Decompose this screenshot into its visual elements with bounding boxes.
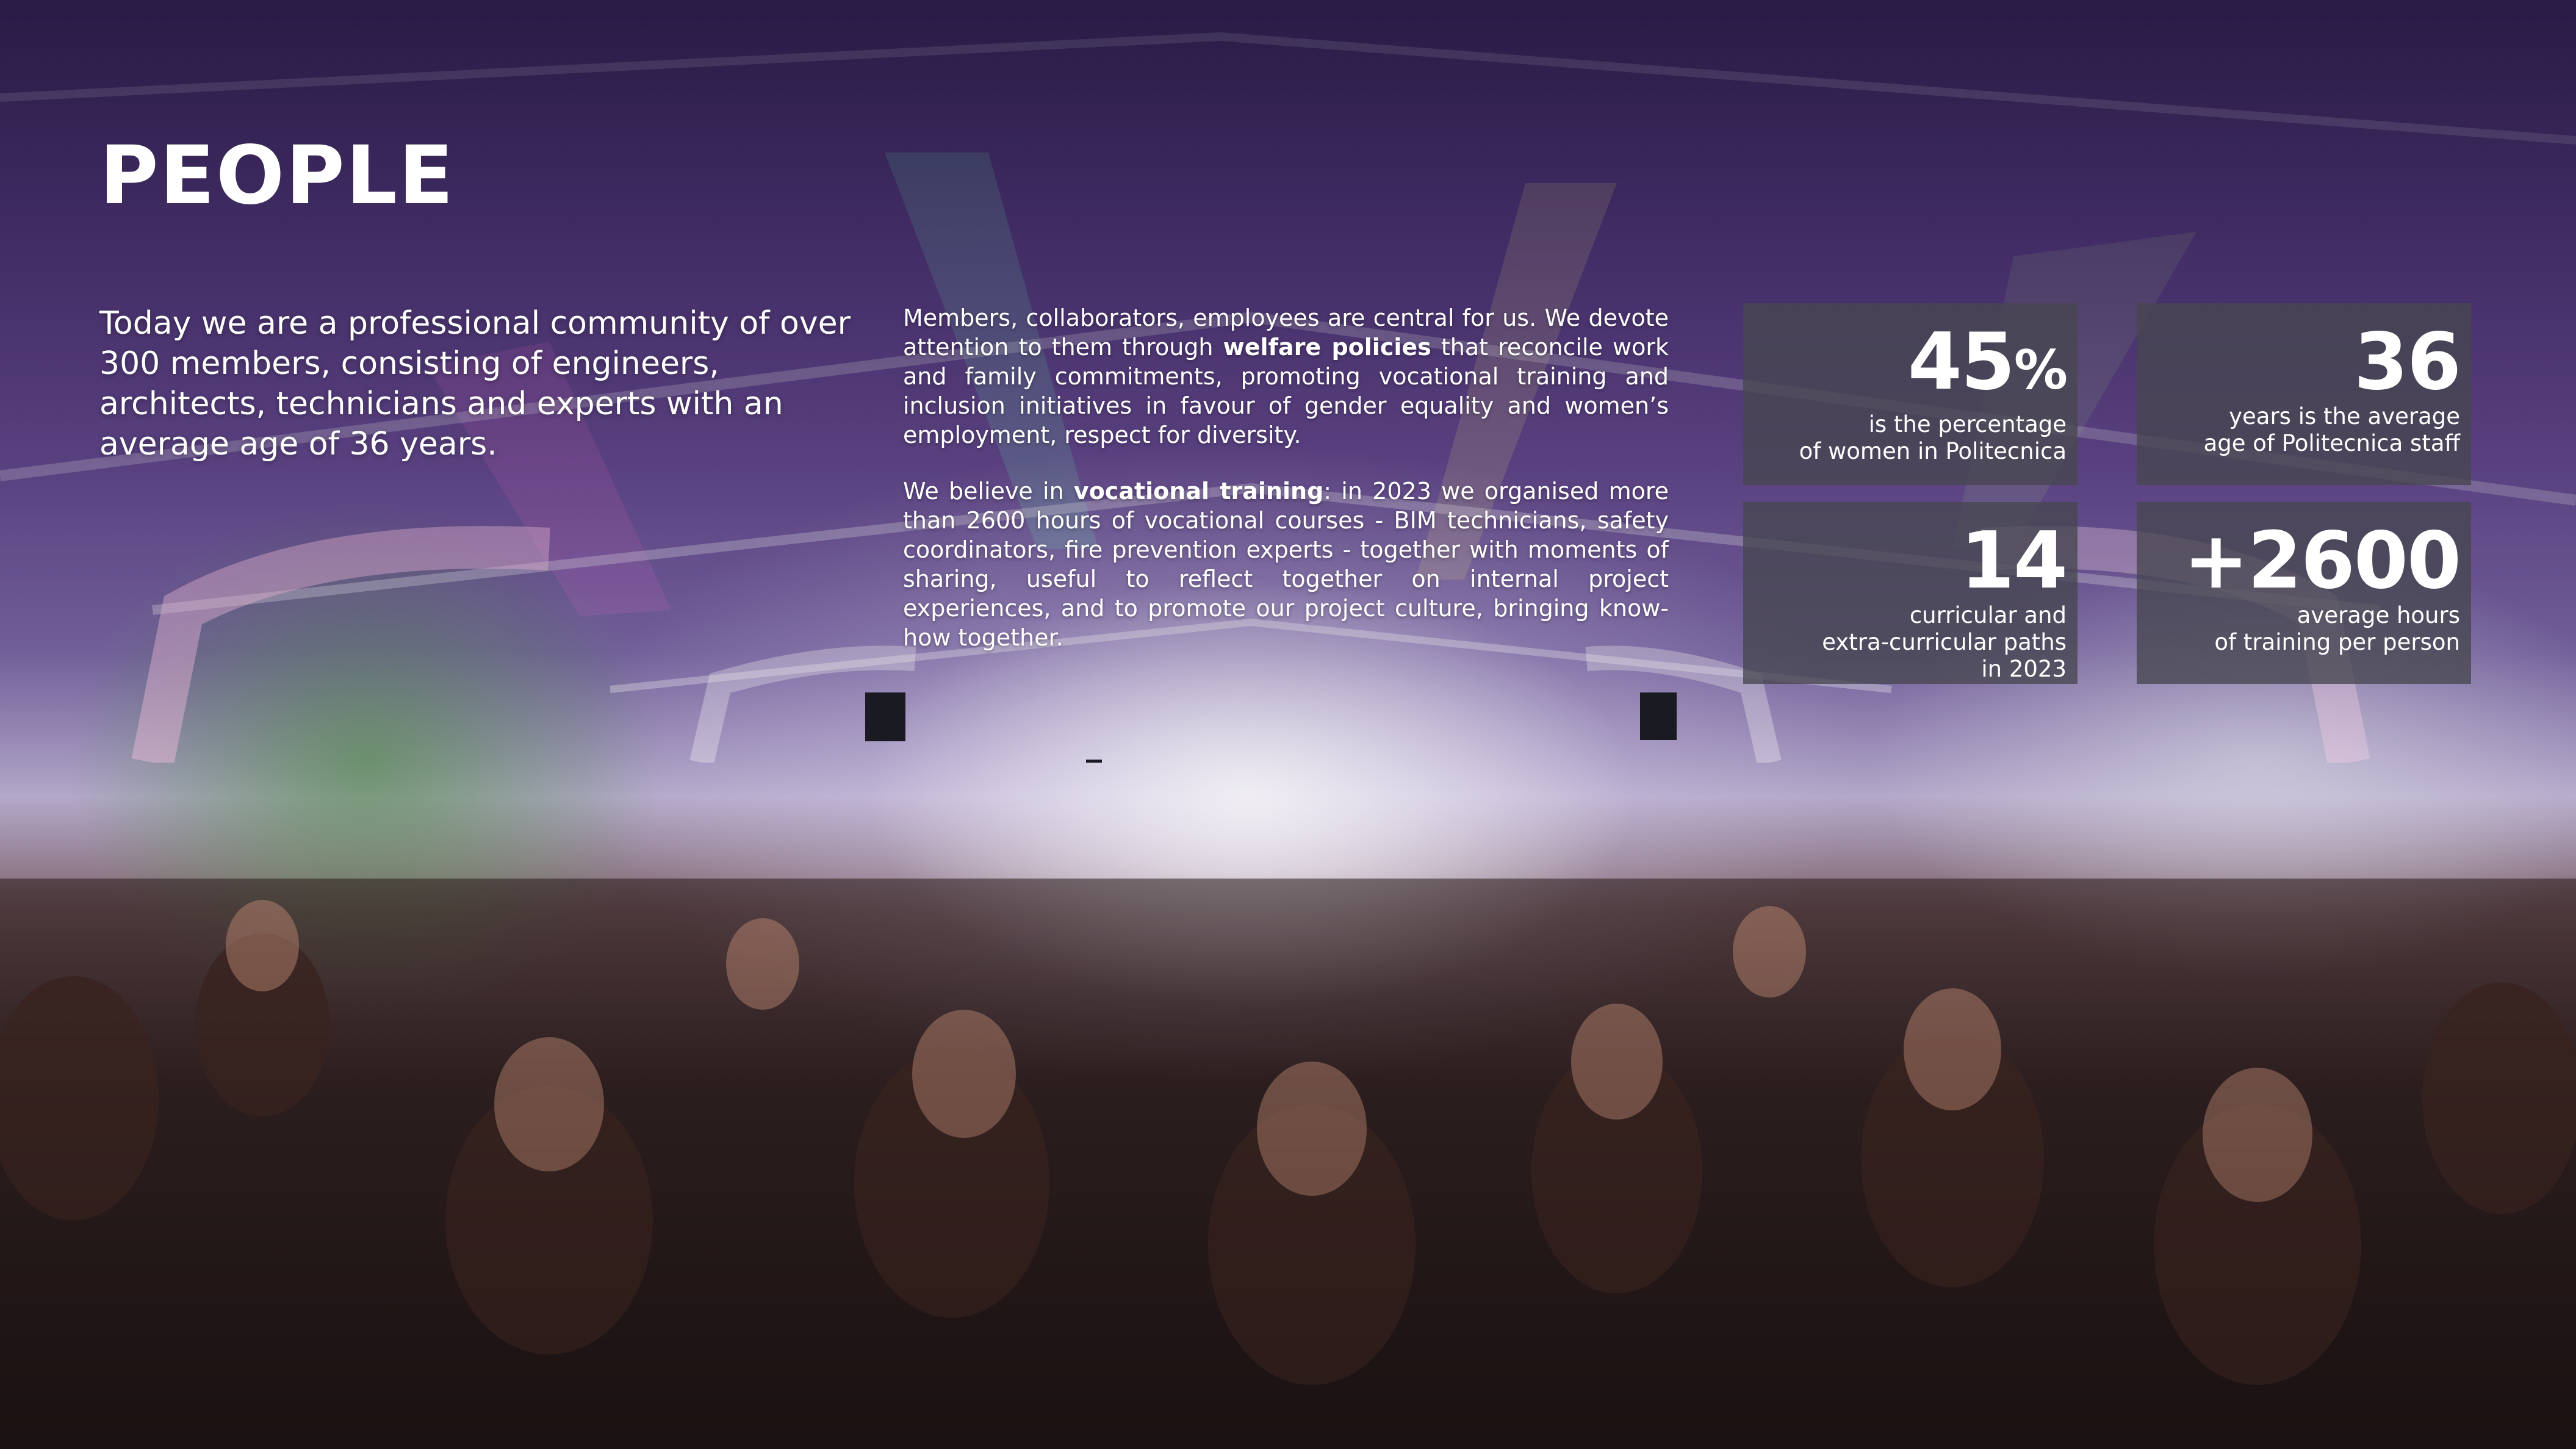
stat-box-average-age: 36 years is the average age of Politecnic… [2137, 303, 2471, 485]
stat-caption-line: extra-curricular paths [1822, 629, 2067, 655]
stat-caption-line: of women in Politecnica [1799, 438, 2067, 464]
page-title: PEOPLE [99, 129, 455, 223]
stat-caption-line: curricular and [1909, 602, 2067, 628]
stat-unit: % [2013, 339, 2068, 401]
intro-text: Today we are a professional community of… [99, 305, 851, 462]
stat-value: +2600 [2183, 516, 2462, 606]
paragraph-welfare: Members, collaborators, employees are ce… [903, 303, 1669, 450]
stat-box-training-paths: 14 curricular and extra-curricular paths i… [1743, 502, 2078, 684]
slide: PEOPLE Today we are a professional commu… [0, 0, 2576, 1449]
paragraph-welfare-highlight: welfare policies [1223, 334, 1431, 361]
stat-caption: years is the average age of Politecnica s… [2137, 403, 2460, 457]
stat-value: 14 [1960, 516, 2068, 606]
stat-number: 45 [1907, 317, 2015, 408]
paragraph-training-lead: We believe in [903, 478, 1074, 505]
stat-caption-line: average hours [2297, 602, 2460, 628]
paragraph-training-highlight: vocational training [1073, 478, 1324, 505]
stat-caption-line: of training per person [2214, 629, 2460, 655]
stat-box-women-percentage: 45% is the percentage of women in Politec… [1743, 303, 2078, 485]
stat-caption: average hours of training per person [2137, 602, 2460, 656]
stat-caption-line: age of Politecnica staff [2203, 430, 2460, 456]
stat-value: 36 [2353, 317, 2461, 408]
stat-caption-line: is the percentage [1868, 411, 2067, 437]
body-text-column: Members, collaborators, employees are ce… [903, 303, 1669, 679]
stat-caption-line: in 2023 [1981, 656, 2067, 682]
stat-box-training-hours: +2600 average hours of training per perso… [2137, 502, 2471, 684]
stat-value: 45% [1743, 323, 2068, 410]
stat-caption-line: years is the average [2229, 403, 2460, 430]
paragraph-training: We believe in vocational training: in 20… [903, 476, 1669, 652]
stat-caption: curricular and extra-curricular paths in 2… [1743, 602, 2067, 683]
stat-caption: is the percentage of women in Politecnica [1743, 411, 2067, 465]
